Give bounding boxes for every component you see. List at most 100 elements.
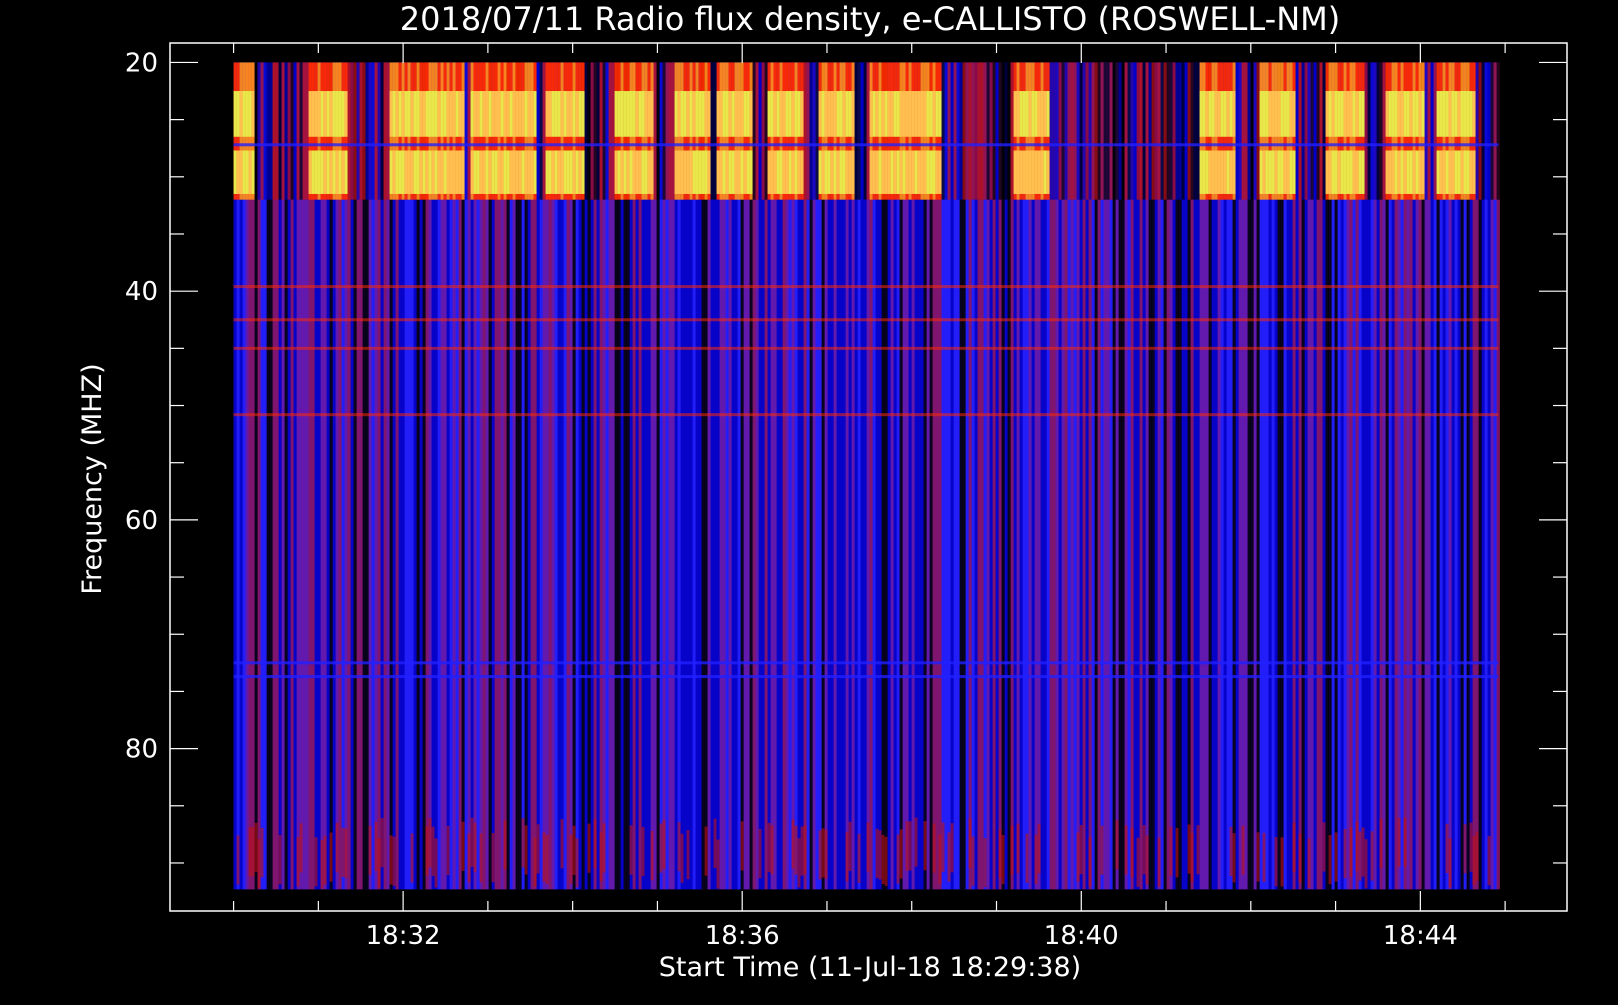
heatmap-band-cell <box>1358 150 1362 194</box>
heatmap-speckle <box>1343 828 1347 879</box>
heatmap-band-cell <box>437 150 441 194</box>
heatmap-band-cell <box>1403 91 1407 137</box>
heatmap-band-cell <box>1022 91 1026 137</box>
heatmap-band-cell <box>479 150 483 194</box>
heatmap-speckle <box>1157 837 1161 887</box>
heatmap-speckle <box>1145 835 1149 885</box>
heatmap-speckle <box>461 821 465 871</box>
heatmap-top-column <box>965 62 969 200</box>
heatmap-band-cell <box>401 150 405 194</box>
heatmap-speckle <box>533 837 537 887</box>
heatmap-speckle <box>470 817 474 867</box>
heatmap-speckle <box>278 835 282 885</box>
heatmap-band-cell <box>236 150 240 194</box>
heatmap-top-column <box>1076 62 1080 200</box>
heatmap-band-cell <box>632 150 636 194</box>
heatmap-band-cell <box>548 91 552 137</box>
heatmap-speckle <box>1088 837 1092 887</box>
heatmap-top-column <box>257 62 261 200</box>
heatmap-band-cell <box>716 150 720 194</box>
heatmap-band-cell <box>878 91 882 137</box>
heatmap-band-cell <box>488 150 492 194</box>
heatmap-top-column <box>1109 62 1113 200</box>
heatmap-top-column <box>860 62 864 200</box>
heatmap-band-cell <box>569 150 573 194</box>
heatmap-speckle <box>983 838 987 888</box>
heatmap-speckle <box>1001 835 1005 885</box>
heatmap-band-cell <box>719 91 723 137</box>
heatmap-top-column <box>959 62 963 200</box>
heatmap-band-cell <box>1340 91 1344 137</box>
heatmap-band-cell <box>1331 150 1335 194</box>
heatmap-band-cell <box>1439 150 1443 194</box>
heatmap-band-cell <box>1445 150 1449 194</box>
heatmap-speckle <box>1292 822 1296 872</box>
heatmap-band-cell <box>503 150 507 194</box>
heatmap-band-cell <box>332 91 336 137</box>
heatmap-band-cell <box>1472 91 1476 137</box>
heatmap-top-column <box>269 62 273 200</box>
heatmap-band-cell <box>1343 91 1347 137</box>
heatmap-top-column <box>815 62 819 200</box>
heatmap-top-column <box>755 62 759 200</box>
heatmap-band-cell <box>407 150 411 194</box>
heatmap-band-cell <box>1337 150 1341 194</box>
heatmap-top-column <box>539 62 543 200</box>
heatmap-band-cell <box>698 150 702 194</box>
heatmap-speckle <box>848 821 852 871</box>
heatmap-band-cell <box>482 91 486 137</box>
heatmap-band-cell <box>1226 91 1230 137</box>
heatmap-top-column <box>371 62 375 200</box>
heatmap-band-cell <box>428 91 432 137</box>
heatmap-band-cell <box>1262 91 1266 137</box>
heatmap-speckle <box>503 820 507 870</box>
heatmap-top-column <box>542 62 546 200</box>
heatmap-band-cell <box>1220 91 1224 137</box>
heatmap-speckle <box>368 825 372 876</box>
heatmap-band-cell <box>239 91 243 137</box>
heatmap-band-cell <box>848 91 852 137</box>
heatmap-band-cell <box>1265 150 1269 194</box>
heatmap-band-cell <box>734 150 738 194</box>
heatmap-top-column <box>1061 62 1065 200</box>
heatmap-band-cell <box>1406 91 1410 137</box>
heatmap-band-cell <box>494 91 498 137</box>
heatmap-band-cell <box>533 150 537 194</box>
heatmap-band-cell <box>1289 150 1293 194</box>
heatmap-top-column <box>1094 62 1098 200</box>
heatmap-top-column <box>1493 62 1497 200</box>
heatmap-band-cell <box>935 91 939 137</box>
heatmap-top-column <box>362 62 366 200</box>
heatmap-band-cell <box>698 91 702 137</box>
heatmap-band-cell <box>1331 91 1335 137</box>
heatmap-band-cell <box>677 91 681 137</box>
heatmap-band-cell <box>500 91 504 137</box>
heatmap-top-column <box>665 62 669 200</box>
heatmap-top-column <box>1124 62 1128 200</box>
heatmap-speckle <box>473 822 477 873</box>
heatmap-speckle <box>545 834 549 885</box>
heatmap-top-column <box>752 62 756 200</box>
heatmap-band-cell <box>899 91 903 137</box>
heatmap-band-cell <box>692 150 696 194</box>
heatmap-band-cell <box>1472 150 1476 194</box>
heatmap-top-column <box>941 62 945 200</box>
heatmap-band-cell <box>1409 91 1413 137</box>
heatmap-speckle <box>947 832 951 882</box>
heatmap-band-cell <box>455 150 459 194</box>
heatmap-speckle <box>680 833 684 883</box>
heatmap-band-cell <box>1271 91 1275 137</box>
heatmap-band-cell <box>485 150 489 194</box>
heatmap-band-cell <box>524 91 528 137</box>
heatmap-top-column <box>1001 62 1005 200</box>
heatmap-band-cell <box>617 91 621 137</box>
heatmap-speckle <box>803 825 807 875</box>
heatmap-top-column <box>1382 62 1386 200</box>
heatmap-top-column <box>1496 62 1500 200</box>
heatmap-top-column <box>1106 62 1110 200</box>
heatmap-band-cell <box>737 150 741 194</box>
heatmap-band-cell <box>1421 150 1425 194</box>
heatmap-top-column <box>1235 62 1239 200</box>
heatmap-top-column <box>611 62 615 200</box>
heatmap-band-cell <box>743 91 747 137</box>
